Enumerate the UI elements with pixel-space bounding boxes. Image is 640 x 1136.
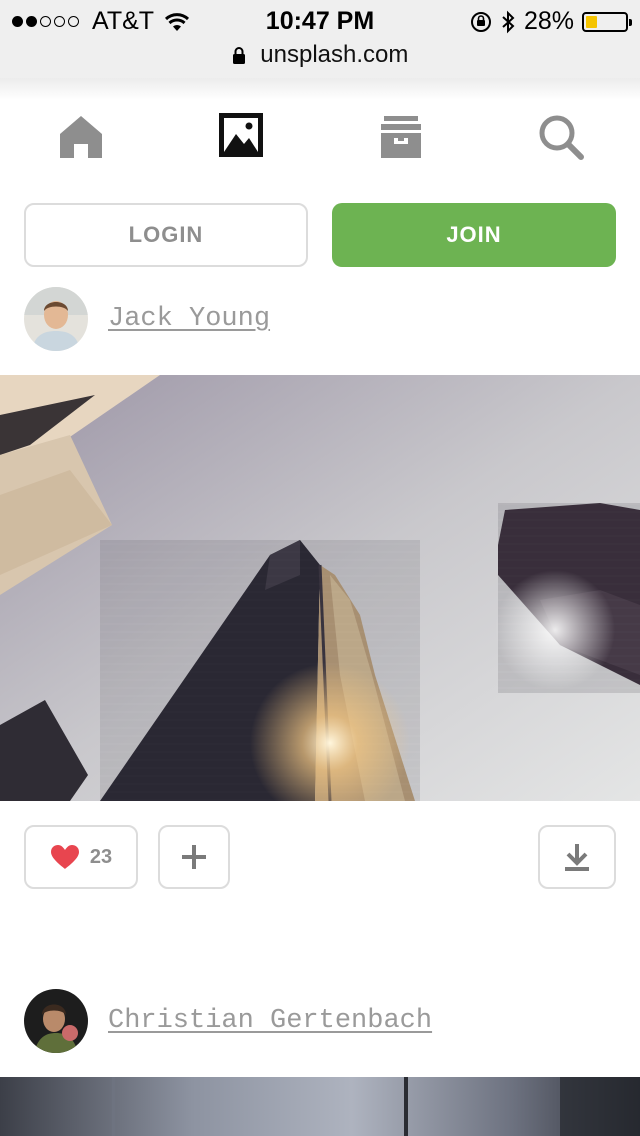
photo-image	[0, 375, 640, 801]
author-name[interactable]: Christian Gertenbach	[108, 1006, 432, 1036]
like-count: 23	[89, 845, 113, 868]
avatar[interactable]	[24, 287, 88, 351]
battery-icon	[582, 11, 632, 32]
post-photo[interactable]	[0, 1077, 640, 1136]
photos-icon[interactable]	[218, 112, 264, 158]
like-button[interactable]: 23	[24, 825, 138, 889]
avatar[interactable]	[24, 989, 88, 1053]
heart-icon	[50, 845, 79, 869]
plus-icon	[182, 845, 206, 869]
login-button[interactable]: LOGIN	[24, 203, 308, 267]
add-to-collection-button[interactable]	[158, 825, 230, 889]
status-bar-right: 28%	[462, 7, 632, 36]
home-icon[interactable]	[58, 114, 104, 160]
bluetooth-icon	[502, 10, 515, 33]
top-navigation	[0, 100, 640, 180]
author-name[interactable]: Jack Young	[108, 304, 270, 334]
rotation-lock-icon	[470, 11, 491, 32]
download-button[interactable]	[538, 825, 616, 889]
post-photo[interactable]	[0, 375, 640, 801]
address-bar[interactable]: unsplash.com	[0, 40, 640, 79]
search-icon[interactable]	[538, 114, 584, 160]
download-icon	[565, 844, 589, 871]
post-author[interactable]: Christian Gertenbach	[24, 989, 432, 1053]
photo-image	[0, 1077, 640, 1136]
status-bar: AT&T 10:47 PM 28%	[0, 0, 640, 40]
collections-icon[interactable]	[378, 114, 424, 160]
battery-percent: 28%	[523, 7, 574, 35]
join-button[interactable]: JOIN	[332, 203, 616, 267]
url-text: unsplash.com	[260, 41, 409, 68]
nav-fade	[0, 78, 640, 100]
lock-icon	[232, 47, 245, 64]
post-author[interactable]: Jack Young	[24, 287, 270, 351]
